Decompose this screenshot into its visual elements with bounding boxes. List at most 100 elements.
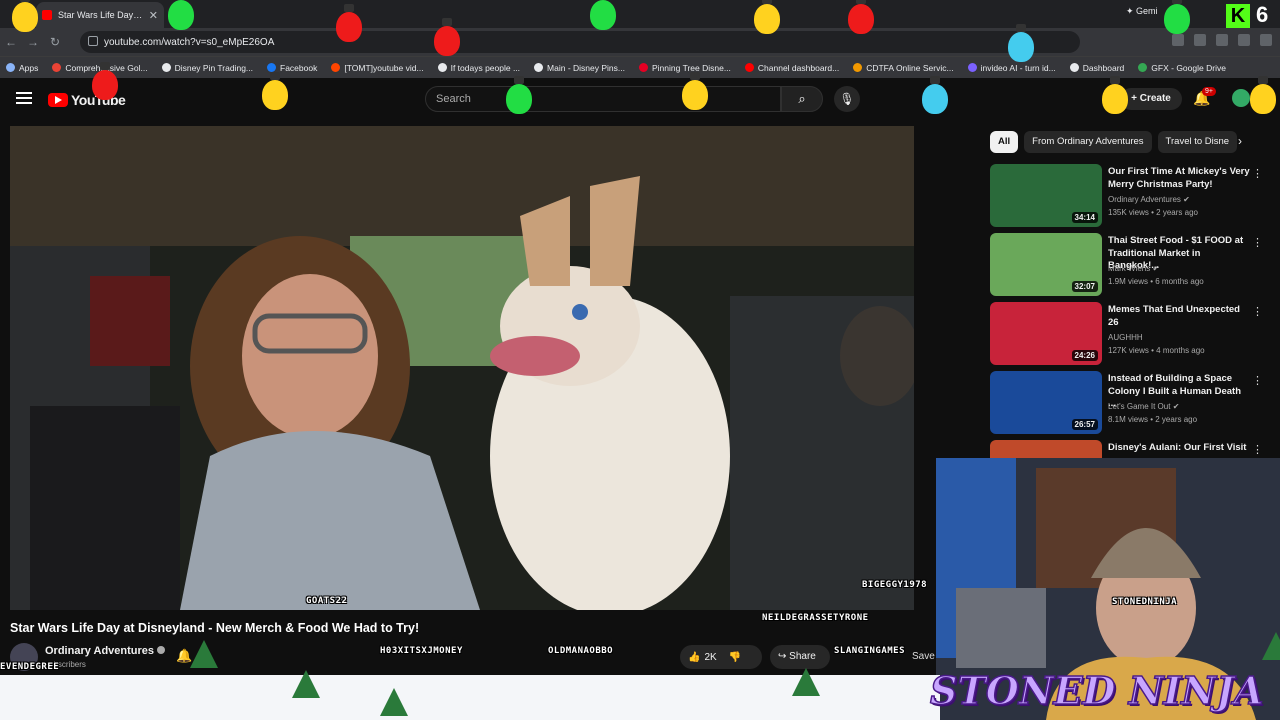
bookmark-label: Facebook [280, 62, 318, 73]
light-bulb-icon [754, 0, 780, 34]
site-info-icon[interactable] [88, 36, 98, 46]
recommended-channel[interactable]: AUGHHH [1108, 333, 1143, 342]
light-bulb-icon [682, 72, 708, 110]
recommended-channel-text: Ordinary Adventures [1108, 195, 1181, 204]
dislike-icon[interactable]: 👎 [729, 652, 741, 663]
christmas-tree-icon [190, 640, 218, 668]
search-input[interactable]: Search [425, 86, 781, 112]
like-count: 2K [704, 651, 717, 663]
browser-tab-active[interactable]: Star Wars Life Day at D ✕ [36, 2, 164, 28]
more-options-icon[interactable]: ⋮ [1252, 167, 1263, 180]
bookmark-label: Apps [19, 62, 39, 73]
recommended-channel[interactable]: Mark Wiens ✔ [1108, 264, 1159, 273]
recommended-title[interactable]: Disney's Aulani: Our First Visit [1108, 442, 1250, 455]
recommended-video[interactable]: 24:26 Memes That End Unexpected 26 AUGHHH 1… [990, 302, 1270, 371]
search-icon[interactable]: ⌕ [781, 86, 823, 112]
save-button[interactable]: Save [912, 645, 935, 669]
bookmark-favicon-icon [744, 63, 754, 72]
viewer-name-tag: BIGEGGY1978 [862, 580, 928, 590]
menu-icon[interactable] [16, 92, 32, 104]
bookmark-item[interactable]: Disney Pin Trading... [161, 63, 253, 73]
video-thumbnail[interactable]: 24:26 [990, 302, 1102, 365]
recommended-channel-text: Let's Game It Out [1108, 402, 1171, 411]
bookmark-favicon-icon [1069, 63, 1079, 72]
address-bar[interactable]: youtube.com/watch?v=s0_eMpE26OA [80, 31, 1080, 53]
kick-logo-icon: K [1226, 4, 1250, 28]
light-bulb-icon [848, 0, 874, 34]
bookmark-favicon-icon [437, 63, 447, 72]
youtube-favicon-icon [42, 10, 52, 20]
chevron-right-icon[interactable]: › [1238, 134, 1242, 148]
account-avatar[interactable] [1232, 89, 1250, 107]
extension-icon[interactable] [1216, 34, 1228, 46]
puzzle-icon[interactable] [1238, 34, 1250, 46]
recommended-video[interactable]: 34:14 Our First Time At Mickey's Very Mer… [990, 164, 1270, 233]
filter-chip[interactable]: All [990, 131, 1019, 153]
viewer-name-tag: STONEDNINJA [1112, 597, 1178, 607]
light-bulb-icon [1102, 76, 1128, 114]
more-options-icon[interactable]: ⋮ [1252, 305, 1263, 318]
bookmark-favicon-icon [967, 63, 977, 72]
forward-arrow-icon[interactable]: → [22, 35, 44, 49]
close-tab-icon[interactable]: ✕ [149, 9, 158, 22]
video-duration: 26:57 [1071, 419, 1098, 430]
back-arrow-icon[interactable]: ← [0, 35, 22, 49]
bookmark-item[interactable]: Apps [6, 63, 38, 73]
bookmark-label: Dashboard [1082, 62, 1125, 73]
extension-icon[interactable] [1194, 34, 1206, 46]
bookmark-star-icon[interactable] [1172, 34, 1184, 46]
light-bulb-icon [168, 0, 194, 30]
video-thumbnail[interactable]: 32:07 [990, 233, 1102, 296]
light-bulb-icon [336, 4, 362, 42]
more-options-icon[interactable]: ⋮ [1252, 236, 1263, 249]
bookmark-item[interactable]: invideo AI - turn id... [967, 63, 1056, 73]
bookmark-item[interactable]: [TOMT]youtube vid... [331, 63, 424, 73]
bookmark-label: CDTFA Online Servic... [866, 62, 954, 73]
more-options-icon[interactable]: ⋮ [1252, 443, 1263, 456]
bookmark-label: Channel dashboard... [757, 62, 840, 73]
more-options-icon[interactable]: ⋮ [1252, 374, 1263, 387]
microphone-icon[interactable]: 🎙 [834, 86, 860, 112]
light-bulb-icon [590, 0, 616, 30]
bookmark-item[interactable]: Pinning Tree Disne... [639, 63, 731, 73]
create-button[interactable]: + Create [1120, 88, 1182, 110]
bookmark-item[interactable]: Dashboard [1069, 62, 1125, 73]
video-thumbnail[interactable]: 34:14 [990, 164, 1102, 227]
reload-icon[interactable]: ↻ [44, 35, 66, 49]
light-bulb-icon [262, 72, 288, 110]
recommended-meta: 127K views • 4 months ago [1108, 346, 1205, 355]
recommended-video[interactable]: 26:57 Instead of Building a Space Colony … [990, 371, 1270, 440]
recommended-title[interactable]: Our First Time At Mickey's Very Merry Ch… [1108, 166, 1250, 191]
recommended-title[interactable]: Memes That End Unexpected 26 [1108, 304, 1250, 329]
tab-title: Star Wars Life Day at D [58, 10, 143, 20]
bookmark-item[interactable]: GFX - Google Drive [1138, 63, 1226, 73]
bookmark-item[interactable]: Facebook [267, 63, 317, 73]
gemini-label: Gemi [1136, 6, 1158, 16]
light-bulb-icon [1008, 24, 1034, 62]
recommended-channel[interactable]: Let's Game It Out ✔ [1108, 402, 1179, 411]
filter-chip[interactable]: Travel to Disne [1157, 131, 1238, 153]
light-bulb-icon [434, 18, 460, 56]
bookmark-item[interactable]: If todays people ... [437, 63, 520, 73]
like-button[interactable]: 👍 2K 👎 [680, 645, 762, 669]
bookmark-favicon-icon [161, 63, 171, 72]
bookmark-favicon-icon [853, 63, 863, 72]
profile-icon[interactable] [1260, 34, 1272, 46]
bookmark-favicon-icon [6, 63, 15, 72]
video-title: Star Wars Life Day at Disneyland - New M… [10, 621, 420, 635]
bookmark-item[interactable]: Main - Disney Pins... [534, 63, 625, 73]
share-button[interactable]: ↪ Share [770, 645, 830, 669]
bookmark-item[interactable]: Channel dashboard... [744, 62, 840, 73]
bookmark-favicon-icon [267, 63, 277, 72]
bookmark-item[interactable]: CDTFA Online Servic... [853, 62, 954, 73]
recommended-video[interactable]: 32:07 Thai Street Food - $1 FOOD at Tradi… [990, 233, 1270, 302]
gemini-button[interactable]: ✦ Gemi [1126, 6, 1158, 17]
recommended-channel[interactable]: Ordinary Adventures ✔ [1108, 195, 1190, 204]
video-thumbnail[interactable]: 26:57 [990, 371, 1102, 434]
light-bulb-icon [92, 62, 118, 100]
bookmark-label: GFX - Google Drive [1151, 62, 1226, 73]
video-player[interactable] [10, 126, 914, 610]
channel-name[interactable]: Ordinary Adventures [45, 645, 166, 657]
filter-chip[interactable]: From Ordinary Adventures [1024, 131, 1152, 153]
streamer-brand: STONED NINJA [929, 667, 1264, 714]
